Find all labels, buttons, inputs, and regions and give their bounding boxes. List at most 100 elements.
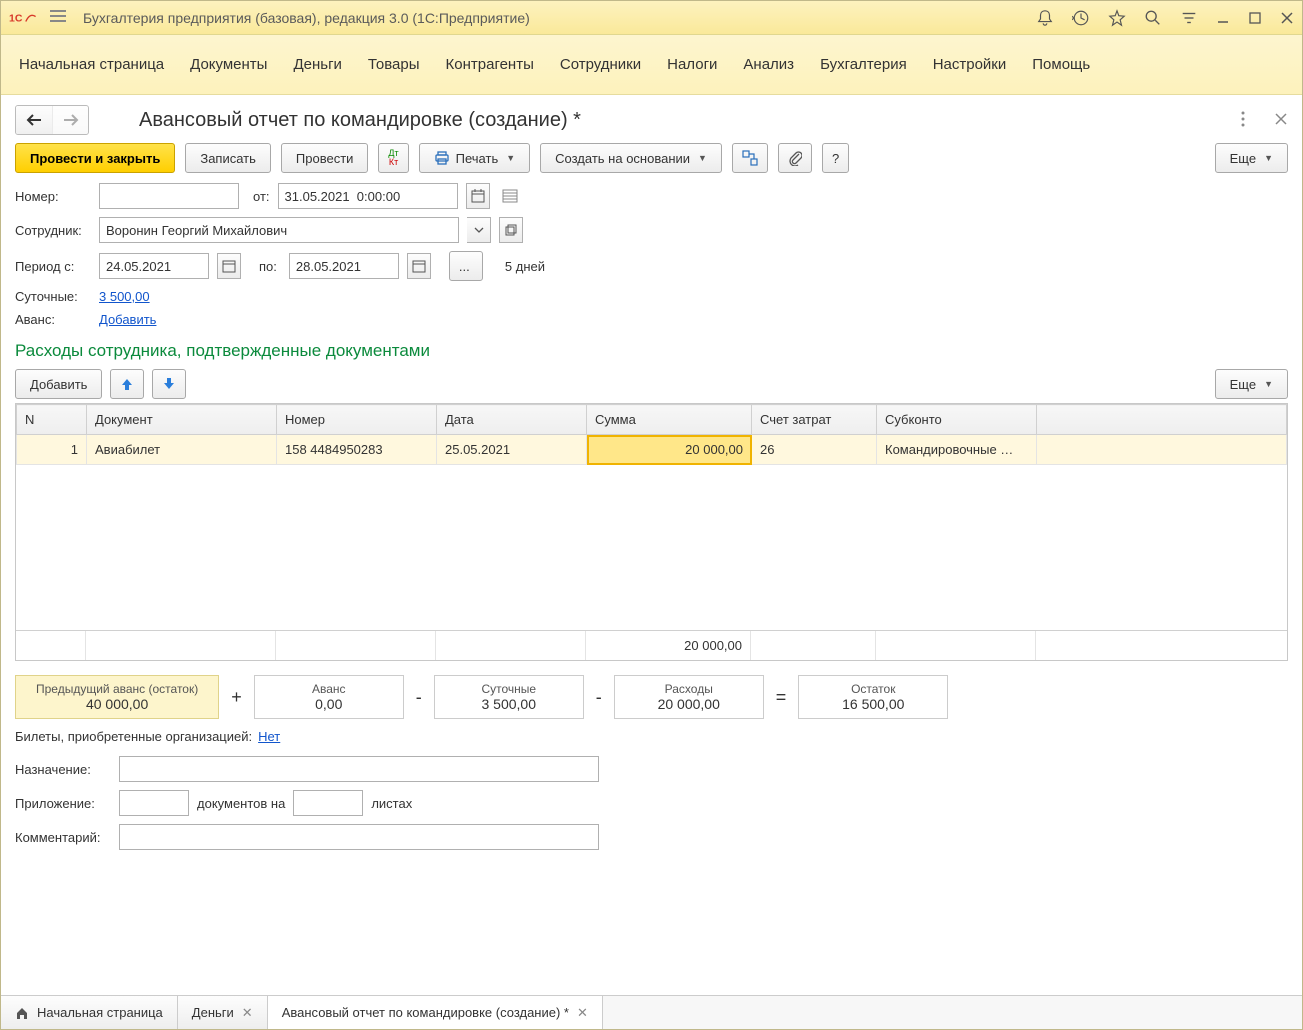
advance-add-link[interactable]: Добавить [99, 312, 156, 327]
summary-per-diem: Суточные 3 500,00 [434, 675, 584, 719]
tickets-link[interactable]: Нет [258, 729, 280, 744]
cell-number[interactable]: 158 4484950283 [277, 435, 437, 465]
menu-item[interactable]: Товары [368, 56, 420, 73]
tab-close-icon[interactable]: ✕ [577, 1005, 588, 1021]
summary-prev-advance: Предыдущий аванс (остаток) 40 000,00 [15, 675, 219, 719]
calendar-icon[interactable] [217, 253, 241, 279]
employee-dropdown-icon[interactable] [467, 217, 491, 243]
col-document[interactable]: Документ [87, 405, 277, 435]
more-button[interactable]: Еще▼ [1215, 143, 1288, 173]
col-n[interactable]: N [17, 405, 87, 435]
period-ellipsis-button[interactable]: ... [449, 251, 483, 281]
minimize-icon[interactable] [1216, 11, 1230, 25]
employee-input[interactable] [99, 217, 459, 243]
tab-close-icon[interactable]: ✕ [242, 1005, 253, 1021]
related-button[interactable] [732, 143, 768, 173]
menu-item[interactable]: Сотрудники [560, 56, 641, 73]
period-to-label: по: [259, 259, 277, 274]
col-date[interactable]: Дата [437, 405, 587, 435]
close-window-icon[interactable] [1280, 11, 1294, 25]
summary-value: 16 500,00 [819, 696, 927, 712]
app-logo: 1C [9, 8, 37, 28]
col-sum[interactable]: Сумма [587, 405, 752, 435]
help-button[interactable]: ? [822, 143, 849, 173]
history-icon[interactable] [1072, 9, 1090, 27]
tab-label: Деньги [192, 1005, 234, 1020]
days-count: 5 дней [505, 259, 545, 274]
star-icon[interactable] [1108, 9, 1126, 27]
menu-item[interactable]: Настройки [933, 56, 1007, 73]
print-label: Печать [456, 151, 499, 166]
number-input[interactable] [99, 183, 239, 209]
equals-icon: = [776, 687, 787, 708]
menu-item[interactable]: Анализ [743, 56, 794, 73]
menu-item[interactable]: Помощь [1032, 56, 1090, 73]
summary-label: Остаток [819, 682, 927, 696]
col-subconto[interactable]: Субконто [877, 405, 1037, 435]
tab-money[interactable]: Деньги ✕ [178, 996, 268, 1029]
dt-kt-button[interactable]: ДтКт [378, 143, 408, 173]
per-diem-link[interactable]: 3 500,00 [99, 289, 150, 304]
summary-expenses: Расходы 20 000,00 [614, 675, 764, 719]
table-more-label: Еще [1230, 377, 1256, 392]
kebab-icon[interactable] [1240, 110, 1246, 131]
col-account[interactable]: Счет затрат [752, 405, 877, 435]
table-add-button[interactable]: Добавить [15, 369, 102, 399]
menu-item[interactable]: Налоги [667, 56, 717, 73]
col-extra[interactable] [1037, 405, 1287, 435]
purpose-input[interactable] [119, 756, 599, 782]
table-more-button[interactable]: Еще▼ [1215, 369, 1288, 399]
post-and-close-button[interactable]: Провести и закрыть [15, 143, 175, 173]
comment-input[interactable] [119, 824, 599, 850]
search-icon[interactable] [1144, 9, 1162, 27]
menu-item[interactable]: Документы [190, 56, 267, 73]
maximize-icon[interactable] [1248, 11, 1262, 25]
bell-icon[interactable] [1036, 9, 1054, 27]
menu-item[interactable]: Начальная страница [19, 56, 164, 73]
move-up-button[interactable] [110, 369, 144, 399]
menu-item[interactable]: Контрагенты [446, 56, 534, 73]
calendar-icon[interactable] [466, 183, 490, 209]
cell-date[interactable]: 25.05.2021 [437, 435, 587, 465]
attachment-sheets-input[interactable] [293, 790, 363, 816]
filter-lines-icon[interactable] [1180, 9, 1198, 27]
move-down-button[interactable] [152, 369, 186, 399]
menu-item[interactable]: Бухгалтерия [820, 56, 907, 73]
main-menu-icon[interactable] [49, 9, 67, 26]
list-icon[interactable] [498, 183, 522, 209]
employee-open-icon[interactable] [499, 217, 523, 243]
menu-item[interactable]: Деньги [293, 56, 341, 73]
period-from-input[interactable] [99, 253, 209, 279]
summary-advance: Аванс 0,00 [254, 675, 404, 719]
nav-back-button[interactable] [16, 106, 52, 134]
create-based-button[interactable]: Создать на основании▼ [540, 143, 722, 173]
cell-subconto[interactable]: Командировочные … [877, 435, 1037, 465]
purpose-label: Назначение: [15, 762, 111, 777]
tab-label: Начальная страница [37, 1005, 163, 1020]
period-to-input[interactable] [289, 253, 399, 279]
post-button[interactable]: Провести [281, 143, 369, 173]
attachment-docs-input[interactable] [119, 790, 189, 816]
cell-account[interactable]: 26 [752, 435, 877, 465]
cell-extra[interactable] [1037, 435, 1287, 465]
summary-balance: Остаток 16 500,00 [798, 675, 948, 719]
col-number[interactable]: Номер [277, 405, 437, 435]
attachment-mid-label: документов на [197, 796, 285, 811]
table-row[interactable]: 1 Авиабилет 158 4484950283 25.05.2021 20… [17, 435, 1287, 465]
summary-label: Суточные [455, 682, 563, 696]
per-diem-label: Суточные: [15, 289, 91, 304]
cell-document[interactable]: Авиабилет [87, 435, 277, 465]
period-from-label: Период с: [15, 259, 91, 274]
nav-forward-button[interactable] [52, 106, 88, 134]
date-input[interactable] [278, 183, 458, 209]
advance-label: Аванс: [15, 312, 91, 327]
calendar-icon[interactable] [407, 253, 431, 279]
close-page-icon[interactable] [1274, 112, 1288, 129]
tab-home[interactable]: Начальная страница [1, 996, 178, 1029]
print-button[interactable]: Печать▼ [419, 143, 531, 173]
tab-expense-report[interactable]: Авансовый отчет по командировке (создани… [268, 996, 603, 1029]
save-button[interactable]: Записать [185, 143, 271, 173]
cell-sum[interactable]: 20 000,00 [587, 435, 752, 465]
cell-n[interactable]: 1 [17, 435, 87, 465]
attach-button[interactable] [778, 143, 812, 173]
